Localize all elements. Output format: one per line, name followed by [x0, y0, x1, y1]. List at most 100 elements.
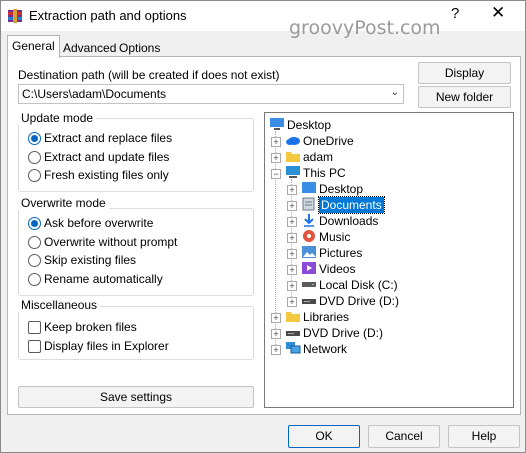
tree-node-desktop[interactable]: + Desktop	[265, 181, 505, 197]
folder-tree[interactable]: Desktop + OneDrive + adam − This PC + De…	[264, 112, 514, 408]
cloud-icon	[286, 137, 300, 145]
tree-node-label: adam	[303, 150, 334, 164]
overwrite-mode-options: Ask before overwrite Overwrite without p…	[28, 216, 248, 292]
watermark: groovyPost.com	[289, 17, 441, 39]
window-title: Extraction path and options	[29, 8, 187, 23]
desktop-icon	[302, 182, 316, 193]
update-mode-options: Extract and replace files Extract and up…	[28, 131, 248, 187]
help-button[interactable]: Help	[448, 425, 520, 448]
tree-node-dvd-drive[interactable]: + DVD Drive (D:)	[265, 325, 505, 341]
radio-label: Skip existing files	[44, 253, 137, 267]
tree-node-videos[interactable]: + Videos	[265, 261, 505, 277]
destination-path-value: C:\Users\adam\Documents	[22, 87, 167, 101]
help-title-button[interactable]: ?	[451, 5, 459, 22]
cancel-button[interactable]: Cancel	[368, 425, 440, 448]
radio-label: Rename automatically	[44, 272, 163, 286]
expand-icon[interactable]: +	[287, 201, 297, 211]
radio-label: Fresh existing files only	[44, 168, 169, 182]
radio-button[interactable]	[28, 151, 41, 164]
tree-node-documents[interactable]: + Documents	[265, 196, 505, 214]
expand-icon[interactable]: +	[287, 265, 297, 275]
destination-path-combobox[interactable]: C:\Users\adam\Documents ⌄	[18, 84, 404, 104]
expand-icon[interactable]: +	[287, 281, 297, 291]
expand-icon[interactable]: +	[271, 345, 281, 355]
extraction-dialog: Extraction path and options groovyPost.c…	[0, 0, 526, 453]
radio-button[interactable]	[28, 169, 41, 182]
tree-node-local-disk[interactable]: + Local Disk (C:)	[265, 277, 505, 293]
tab-advanced[interactable]: Advanced	[59, 39, 120, 57]
collapse-icon[interactable]: −	[271, 169, 281, 179]
expand-icon[interactable]: +	[287, 297, 297, 307]
expand-icon[interactable]: +	[271, 329, 281, 339]
update-mode-title: Update mode	[18, 111, 97, 125]
expand-icon[interactable]: +	[287, 249, 297, 259]
tree-node-pictures[interactable]: + Pictures	[265, 245, 505, 261]
tree-node-label: Pictures	[319, 246, 363, 260]
checkbox[interactable]	[28, 340, 41, 353]
tree-node-desktop-root[interactable]: Desktop	[265, 117, 505, 133]
radio-button-selected[interactable]	[28, 217, 41, 230]
expand-icon[interactable]: +	[271, 313, 281, 323]
tree-node-adam[interactable]: + adam	[265, 149, 505, 165]
expand-icon[interactable]: +	[271, 137, 281, 147]
expand-icon[interactable]: +	[271, 153, 281, 163]
tree-node-label: Downloads	[319, 214, 379, 228]
chevron-down-icon[interactable]: ⌄	[391, 87, 399, 98]
expand-icon[interactable]: +	[287, 217, 297, 227]
network-icon	[286, 342, 301, 354]
tree-node-label: Libraries	[303, 310, 350, 324]
radio-label: Extract and replace files	[44, 131, 173, 145]
radio-button-selected[interactable]	[28, 132, 41, 145]
miscellaneous-title: Miscellaneous	[18, 298, 101, 312]
expand-icon[interactable]: +	[287, 233, 297, 243]
new-folder-button[interactable]: New folder	[418, 86, 511, 108]
radio-label: Overwrite without prompt	[44, 235, 178, 249]
tree-node-libraries[interactable]: + Libraries	[265, 309, 505, 325]
tree-node-this-pc[interactable]: − This PC	[265, 165, 505, 181]
folder-icon	[286, 312, 300, 322]
tree-node-label: OneDrive	[303, 134, 354, 148]
tree-node-label: Network	[303, 342, 348, 356]
tree-node-label-selected: Documents	[318, 196, 385, 214]
radio-label: Extract and update files	[44, 150, 170, 164]
tree-node-label: Local Disk (C:)	[319, 278, 398, 292]
display-button[interactable]: Display	[418, 62, 511, 84]
radio-button[interactable]	[28, 236, 41, 249]
tree-node-label: Music	[319, 230, 351, 244]
computer-icon	[286, 166, 300, 178]
checkbox[interactable]	[28, 321, 41, 334]
disk-icon	[302, 282, 316, 287]
tree-node-label: Videos	[319, 262, 356, 276]
tree-node-dvd-drive-pc[interactable]: + DVD Drive (D:)	[265, 293, 505, 309]
download-icon	[304, 214, 314, 227]
overwrite-mode-title: Overwrite mode	[18, 196, 109, 210]
tree-node-network[interactable]: + Network	[265, 341, 505, 357]
tree-node-onedrive[interactable]: + OneDrive	[265, 133, 505, 149]
videos-icon	[302, 262, 316, 274]
tree-node-downloads[interactable]: + Downloads	[265, 213, 505, 229]
dvd-drive-icon	[302, 299, 316, 304]
radio-button[interactable]	[28, 273, 41, 286]
destination-path-label: Destination path (will be created if doe…	[18, 68, 280, 82]
checkbox-label: Keep broken files	[44, 320, 137, 334]
desktop-icon	[270, 118, 284, 130]
ok-button[interactable]: OK	[288, 425, 360, 448]
radio-label: Ask before overwrite	[44, 216, 154, 230]
radio-button[interactable]	[28, 254, 41, 267]
expand-icon[interactable]: +	[287, 185, 297, 195]
tree-node-label: Desktop	[287, 118, 332, 132]
tree-node-music[interactable]: + Music	[265, 229, 505, 245]
miscellaneous-options: Keep broken files Display files in Explo…	[28, 320, 248, 356]
tab-options[interactable]: Options	[115, 39, 164, 57]
tree-node-label: DVD Drive (D:)	[319, 294, 399, 308]
tree-node-label: DVD Drive (D:)	[303, 326, 383, 340]
close-button[interactable]: ✕	[491, 3, 505, 23]
checkbox-label: Display files in Explorer	[44, 339, 169, 353]
tree-node-label: This PC	[303, 166, 346, 180]
title-bar: Extraction path and options groovyPost.c…	[1, 1, 525, 39]
tab-general[interactable]: General	[7, 35, 60, 58]
dvd-drive-icon	[286, 331, 300, 336]
save-settings-button[interactable]: Save settings	[18, 386, 254, 408]
documents-icon	[302, 197, 315, 211]
music-icon	[303, 230, 315, 242]
